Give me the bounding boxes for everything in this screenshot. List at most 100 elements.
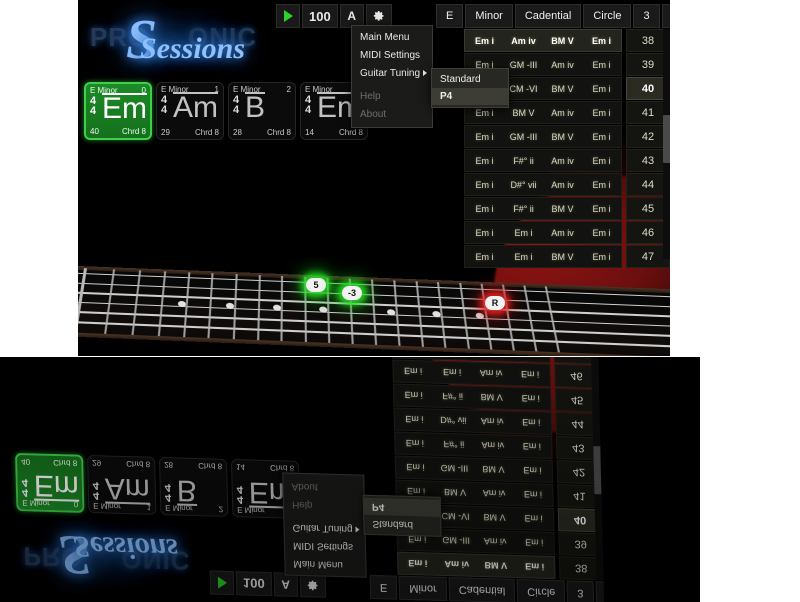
menu-item-main-menu[interactable]: Main Menu xyxy=(352,29,432,47)
play-button[interactable] xyxy=(276,4,300,28)
progression-cell[interactable]: Am iv xyxy=(543,222,582,243)
scale-button-cadential[interactable]: Cadential xyxy=(515,4,581,28)
scale-button-minor: Minor xyxy=(399,576,447,601)
progression-cell: GM -III xyxy=(435,458,474,480)
progression-cell[interactable]: Am iv xyxy=(543,174,582,195)
scale-button-minor[interactable]: Minor xyxy=(465,4,513,28)
chord-card[interactable]: E Minor144Am29Chrd 8 xyxy=(156,82,224,140)
progression-row-cells[interactable]: Em iEm iBM VEm i xyxy=(464,245,622,268)
progression-row-cells[interactable]: Em iF#° iiBM VEm i xyxy=(464,197,622,220)
progression-cell: Em i xyxy=(395,409,434,431)
progression-row-cells: Em iF#° iiAm ivEm i xyxy=(394,432,553,459)
chord-card-time-signature: 44 xyxy=(22,477,29,497)
time-sig-unit: 4 xyxy=(165,481,171,493)
progression-cell[interactable]: Em i xyxy=(465,222,504,243)
scale-button-chrd[interactable]: Chrd xyxy=(662,4,670,28)
progression-cell: BM V xyxy=(472,387,511,409)
progression-cell[interactable]: BM V xyxy=(543,30,582,51)
progression-cell[interactable]: Em i xyxy=(465,198,504,219)
table-row[interactable]: Em iD#° viiAm ivEm i44 xyxy=(464,173,670,196)
menu-item-label: About xyxy=(291,481,317,493)
progression-cell[interactable]: Em i xyxy=(465,150,504,171)
progression-cell[interactable]: Em i xyxy=(582,246,621,267)
progression-cell[interactable]: CM -VI xyxy=(504,78,543,99)
grid-scrollbar[interactable] xyxy=(663,29,670,259)
fretboard-note-marker[interactable]: R xyxy=(485,296,505,310)
progression-cell[interactable]: BM V xyxy=(543,198,582,219)
progression-cell[interactable]: Em i xyxy=(582,222,621,243)
chord-card-chrd: Chrd 8 xyxy=(53,458,77,468)
progression-cell[interactable]: BM V xyxy=(543,126,582,147)
grid-scrollbar-thumb[interactable] xyxy=(663,115,670,163)
menu-item-midi-settings[interactable]: MIDI Settings xyxy=(352,47,432,65)
progression-cell[interactable]: Em i xyxy=(582,174,621,195)
progression-cell[interactable]: Em i xyxy=(582,54,621,75)
progression-cell[interactable]: Em i xyxy=(504,222,543,243)
progression-cell[interactable]: Em i xyxy=(582,198,621,219)
progression-row-cells[interactable]: Em iGM -IIIBM VEm i xyxy=(464,125,622,148)
progression-cell[interactable]: Em i xyxy=(582,126,621,147)
progression-cell[interactable]: Em i xyxy=(582,102,621,123)
tempo-value[interactable]: 100 xyxy=(302,4,338,28)
progression-cell[interactable]: Em i xyxy=(465,30,504,51)
progression-cell[interactable]: D#° vii xyxy=(504,174,543,195)
progression-row-cells[interactable]: Em iF#° iiAm ivEm i xyxy=(464,149,622,172)
fretboard-note-label: 5 xyxy=(313,280,318,290)
chord-card[interactable]: E Minor044Em40Chrd 8 xyxy=(84,82,152,140)
progression-cell[interactable]: Em i xyxy=(582,30,621,51)
progression-cell: Am iv xyxy=(475,531,514,553)
progression-cell[interactable]: BM V xyxy=(543,78,582,99)
chord-card[interactable]: E Minor244B28Chrd 8 xyxy=(228,82,296,140)
submenu-item-p4[interactable]: P4 xyxy=(432,88,508,105)
scale-button-circle[interactable]: Circle xyxy=(583,4,631,28)
logo-sessions-text: Sessions xyxy=(140,32,245,66)
progression-cell[interactable]: Am iv xyxy=(543,150,582,171)
progression-cell[interactable]: Em i xyxy=(465,174,504,195)
table-row[interactable]: Em iAm ivBM VEm i38 xyxy=(464,29,670,52)
progression-cell[interactable]: Em i xyxy=(465,246,504,267)
fretboard-note-marker[interactable]: 5 xyxy=(306,278,326,292)
progression-cell[interactable]: Em i xyxy=(465,126,504,147)
table-row[interactable]: Em iF#° iiBM VEm i45 xyxy=(464,197,670,220)
progression-cell: Em i xyxy=(513,460,552,482)
scale-button-e[interactable]: E xyxy=(436,4,463,28)
progression-cell[interactable]: F#° ii xyxy=(504,150,543,171)
submenu-item-standard[interactable]: Standard xyxy=(432,71,508,88)
progression-cell[interactable]: Am iv xyxy=(504,30,543,51)
progression-cell: Em i xyxy=(398,553,437,575)
progression-cell: BM V xyxy=(435,482,474,504)
settings-dropdown-menu: Main MenuMIDI SettingsGuitar TuningHelpA… xyxy=(282,472,366,577)
chord-card-number: 29 xyxy=(92,458,101,467)
progression-row-cells: Em iGM -IIIBM VEm i xyxy=(395,456,554,483)
progression-row-cells[interactable]: Em iAm ivBM VEm i xyxy=(464,29,622,52)
progression-cell: Em i xyxy=(510,364,549,386)
table-row[interactable]: Em iEm iAm ivEm i46 xyxy=(464,221,670,244)
menu-item-main-menu: Main Menu xyxy=(285,554,365,574)
progression-cell[interactable]: F#° ii xyxy=(504,198,543,219)
chord-card-number: 40 xyxy=(21,457,30,466)
menu-item-guitar-tuning[interactable]: Guitar Tuning xyxy=(352,65,432,83)
table-row[interactable]: Em iEm iBM VEm i47 xyxy=(464,245,670,268)
chevron-right-icon xyxy=(423,70,427,76)
chord-card-time-signature: 44 xyxy=(90,96,96,116)
progression-cell[interactable]: GM -III xyxy=(504,54,543,75)
fretboard[interactable]: 5 -3 R xyxy=(78,258,670,356)
table-row[interactable]: Em iF#° iiAm ivEm i43 xyxy=(464,149,670,172)
chord-card-number: 14 xyxy=(305,128,314,137)
fretboard-note-marker[interactable]: -3 xyxy=(342,286,362,300)
progression-cell[interactable]: Em i xyxy=(582,78,621,99)
progression-cell[interactable]: Am iv xyxy=(543,102,582,123)
progression-cell[interactable]: Em i xyxy=(582,150,621,171)
progression-cell[interactable]: Em i xyxy=(504,246,543,267)
progression-cell: Em i xyxy=(510,357,549,362)
chord-card-time-signature: 44 xyxy=(165,482,172,502)
table-row[interactable]: Em iGM -IIIBM VEm i42 xyxy=(464,125,670,148)
progression-cell[interactable]: GM -III xyxy=(504,126,543,147)
progression-cell: Em i xyxy=(393,357,432,359)
progression-cell[interactable]: BM V xyxy=(543,246,582,267)
progression-row-cells[interactable]: Em iEm iAm ivEm i xyxy=(464,221,622,244)
scale-button-3[interactable]: 3 xyxy=(633,4,659,28)
progression-cell[interactable]: Am iv xyxy=(543,54,582,75)
progression-cell[interactable]: BM V xyxy=(504,102,543,123)
progression-row-cells[interactable]: Em iD#° viiAm ivEm i xyxy=(464,173,622,196)
